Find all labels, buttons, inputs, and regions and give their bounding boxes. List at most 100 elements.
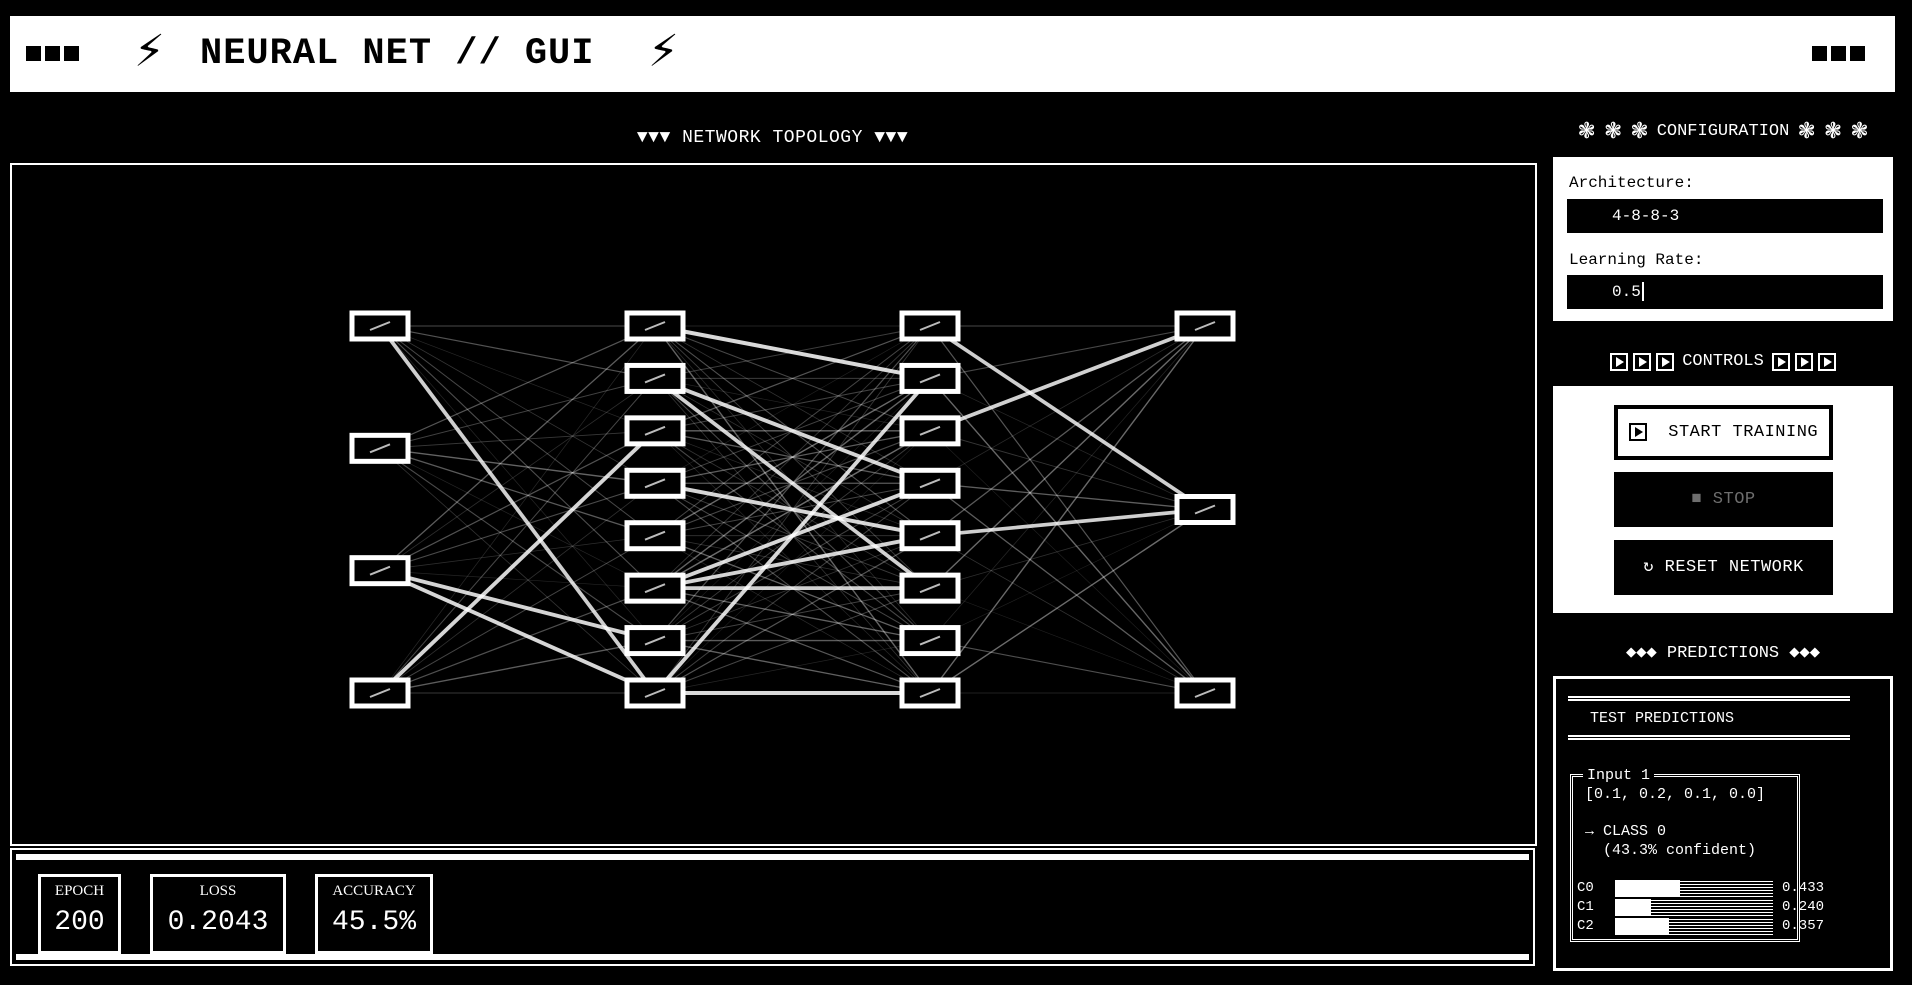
topology-title: ▼▼▼ NETWORK TOPOLOGY ▼▼▼ bbox=[636, 128, 909, 148]
connection-line bbox=[928, 324, 1207, 512]
app-title: NEURAL NET // GUI bbox=[200, 33, 595, 75]
stop-label: ■ STOP bbox=[1691, 490, 1756, 509]
class-label: C2 bbox=[1577, 918, 1594, 934]
epoch-stat: EPOCH 200 bbox=[38, 874, 121, 954]
play-icon bbox=[1610, 353, 1629, 371]
connection-line bbox=[379, 325, 656, 537]
learning-rate-label: Learning Rate: bbox=[1569, 251, 1704, 269]
probability-bar-fill bbox=[1615, 880, 1680, 897]
connection-line bbox=[379, 447, 656, 537]
architecture-input[interactable]: 4-8-8-3 bbox=[1567, 199, 1883, 233]
connection-line bbox=[929, 482, 1206, 511]
epoch-value: 200 bbox=[54, 907, 105, 938]
prediction-confidence: (43.3% confident) bbox=[1603, 842, 1757, 859]
loss-label: LOSS bbox=[199, 883, 237, 899]
connection-line bbox=[379, 325, 656, 380]
connection-line bbox=[929, 377, 1206, 694]
predicted-class: → CLASS 0 bbox=[1585, 823, 1667, 840]
connection-line bbox=[929, 587, 1206, 694]
network-graph bbox=[349, 310, 1236, 709]
connection-line bbox=[379, 378, 656, 694]
app-header: ⚡ NEURAL NET // GUI ⚡ bbox=[10, 16, 1895, 92]
connection-line bbox=[379, 639, 656, 694]
connection-line bbox=[929, 640, 1206, 694]
play-icon bbox=[1633, 353, 1652, 371]
play-icon bbox=[1771, 353, 1790, 371]
input-title: Input 1 bbox=[1583, 767, 1655, 785]
probability-value: 0.433 bbox=[1782, 880, 1825, 896]
start-training-label: START TRAINING bbox=[1668, 423, 1819, 442]
controls-panel: START TRAINING ■ STOP ↻ RESET NETWORK bbox=[1553, 386, 1893, 613]
connection-line bbox=[379, 325, 656, 484]
lightning-icon: ⚡ bbox=[648, 26, 679, 77]
play-icon bbox=[1817, 353, 1836, 371]
connection-line bbox=[929, 507, 1206, 538]
predictions-panel: TEST PREDICTIONS Input 1 [0.1, 0.2, 0.1,… bbox=[1553, 676, 1893, 971]
reset-network-button[interactable]: ↻ RESET NETWORK bbox=[1614, 540, 1833, 595]
stop-button[interactable]: ■ STOP bbox=[1614, 472, 1833, 527]
epoch-label: EPOCH bbox=[54, 883, 105, 899]
probability-bar-fill bbox=[1615, 918, 1669, 935]
accuracy-value: 45.5% bbox=[331, 907, 416, 938]
divider bbox=[1568, 696, 1850, 701]
connection-line bbox=[929, 324, 1206, 433]
lightning-icon: ⚡ bbox=[134, 26, 165, 77]
probability-bar bbox=[1615, 899, 1773, 916]
connection-line bbox=[379, 377, 656, 449]
learning-rate-input[interactable]: 0.5 bbox=[1567, 275, 1883, 309]
connection-line bbox=[929, 509, 1206, 641]
connection-line bbox=[929, 325, 1206, 484]
accuracy-label: ACCURACY bbox=[332, 883, 416, 899]
play-icon bbox=[1628, 422, 1647, 441]
configuration-label: CONFIGURATION bbox=[1656, 122, 1790, 141]
play-icon bbox=[1656, 353, 1675, 371]
reset-network-label: ↻ RESET NETWORK bbox=[1643, 558, 1804, 577]
connection-line bbox=[379, 447, 656, 484]
text-caret bbox=[1641, 282, 1644, 302]
play-icon bbox=[1794, 353, 1813, 371]
probability-bar bbox=[1615, 918, 1773, 935]
network-topology-panel bbox=[10, 163, 1537, 846]
gear-icon: ❃ bbox=[1630, 119, 1649, 144]
input-vector: [0.1, 0.2, 0.1, 0.0] bbox=[1585, 786, 1766, 803]
connection-line bbox=[929, 325, 1206, 537]
connection-line bbox=[379, 430, 656, 449]
connection-line bbox=[379, 447, 656, 642]
connection-line bbox=[379, 482, 656, 572]
gear-icon: ❃ bbox=[1823, 119, 1843, 144]
connection-line bbox=[379, 430, 656, 572]
learning-rate-value: 0.5 bbox=[1612, 283, 1641, 301]
controls-title: CONTROLS bbox=[1553, 350, 1893, 374]
connection-group bbox=[378, 324, 1207, 695]
class-label: C0 bbox=[1577, 880, 1594, 896]
probability-value: 0.357 bbox=[1782, 918, 1825, 934]
prediction-card: Input 1 [0.1, 0.2, 0.1, 0.0] → CLASS 0 (… bbox=[1570, 767, 1824, 942]
probability-value: 0.240 bbox=[1782, 899, 1825, 915]
start-training-button[interactable]: START TRAINING bbox=[1614, 405, 1833, 460]
divider bbox=[1568, 735, 1850, 740]
architecture-label: Architecture: bbox=[1569, 174, 1694, 192]
gear-icon: ❃ bbox=[1797, 119, 1816, 144]
block-glyphs-right bbox=[1812, 46, 1865, 61]
connection-line bbox=[929, 535, 1206, 694]
architecture-value: 4-8-8-3 bbox=[1612, 207, 1680, 225]
connection-line bbox=[378, 429, 657, 695]
configuration-panel: Architecture: 4-8-8-3 Learning Rate: 0.5 bbox=[1553, 157, 1893, 321]
accuracy-stat: ACCURACY 45.5% bbox=[315, 874, 433, 954]
configuration-title: ❃ ❃ ❃ CONFIGURATION ❃ ❃ ❃ bbox=[1553, 120, 1893, 144]
connection-line bbox=[379, 325, 656, 449]
divider bbox=[16, 954, 1529, 960]
connection-line bbox=[379, 535, 656, 572]
test-predictions-heading: TEST PREDICTIONS bbox=[1590, 710, 1735, 727]
connection-line bbox=[379, 325, 656, 641]
connection-line bbox=[379, 378, 656, 571]
loss-value: 0.2043 bbox=[167, 907, 269, 938]
connection-line bbox=[379, 325, 656, 589]
training-stats-bar: EPOCH 200 LOSS 0.2043 ACCURACY 45.5% bbox=[10, 848, 1535, 966]
probability-bar bbox=[1615, 880, 1773, 897]
gear-icon: ❃ bbox=[1603, 119, 1623, 144]
block-glyphs-left bbox=[26, 46, 79, 61]
connection-line bbox=[379, 325, 656, 572]
probability-bar-fill bbox=[1615, 899, 1651, 916]
divider bbox=[16, 854, 1529, 860]
